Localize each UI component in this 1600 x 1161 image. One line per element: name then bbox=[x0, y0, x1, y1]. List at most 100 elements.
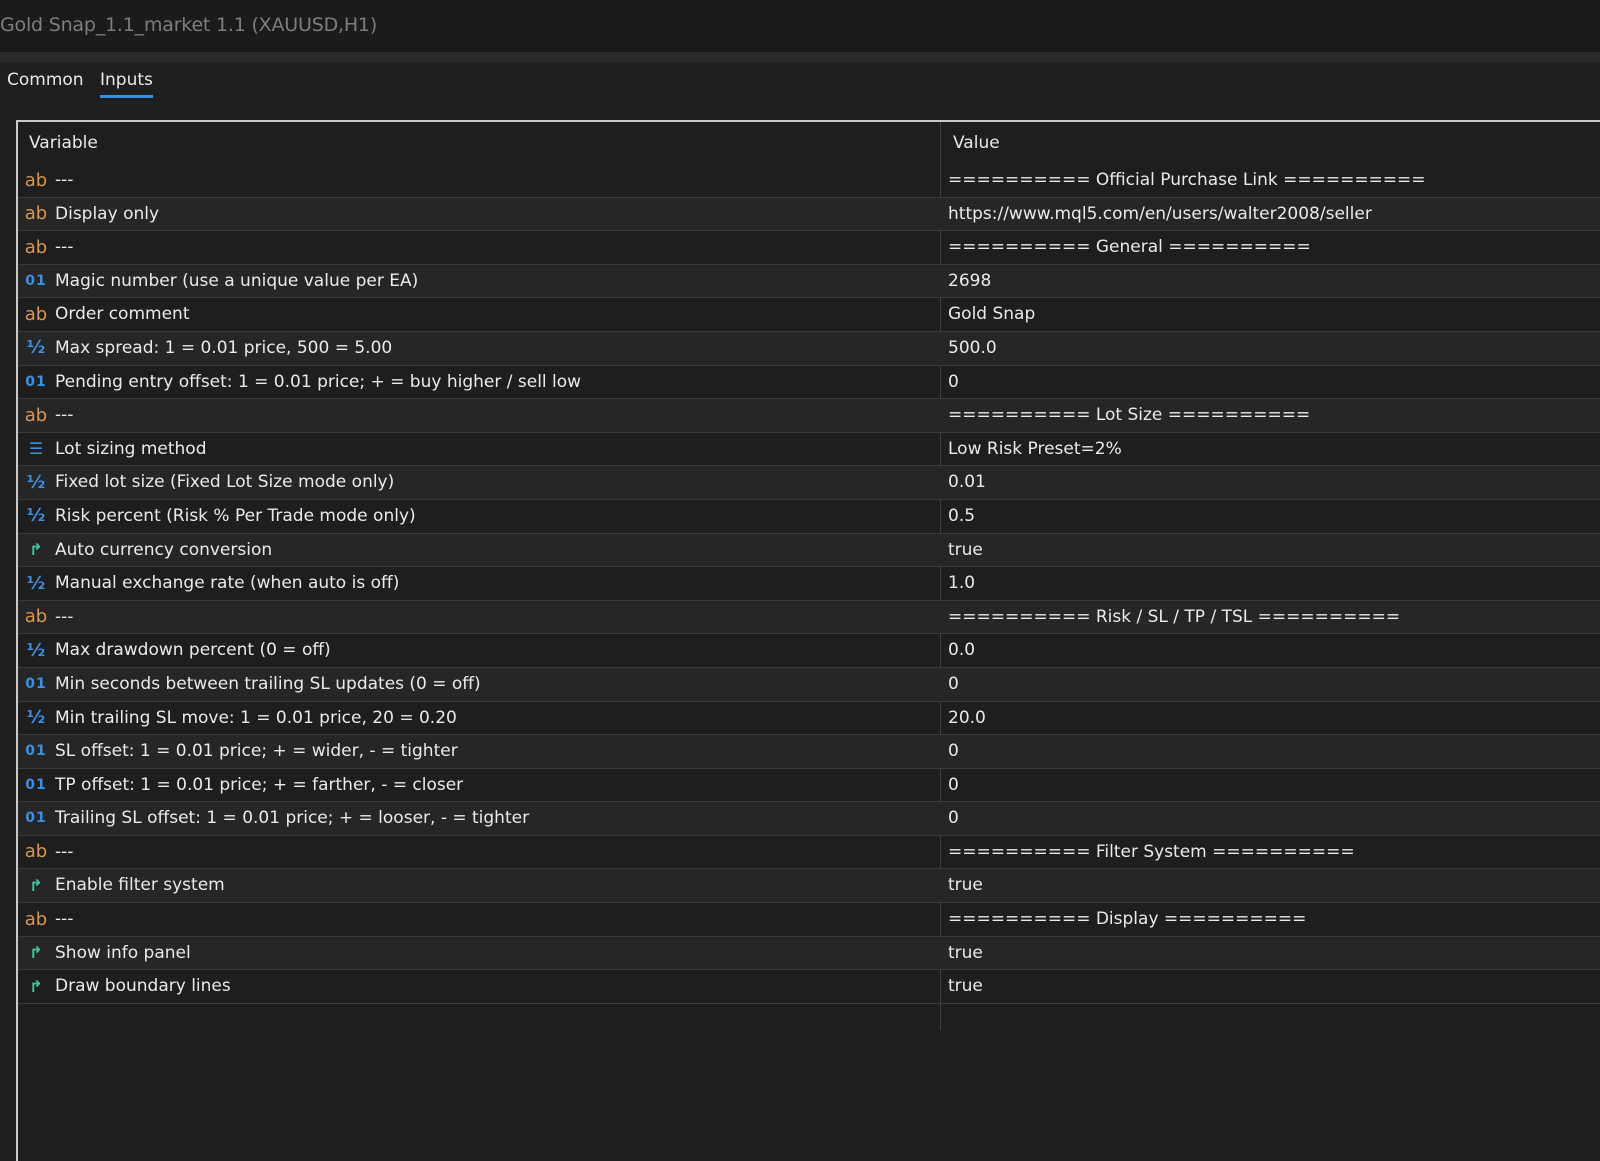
tab-bar: Common Inputs bbox=[0, 62, 1600, 118]
tab-common[interactable]: Common bbox=[7, 70, 84, 90]
variable-value[interactable]: Low Risk Preset=2% bbox=[948, 439, 1122, 459]
tab-inputs[interactable]: Inputs bbox=[100, 70, 153, 98]
enum-type-icon: ☰ bbox=[28, 439, 44, 459]
string-type-icon: ab bbox=[24, 908, 48, 930]
table-row[interactable]: ½ Max drawdown percent (0 = off) 0.0 bbox=[18, 634, 1600, 668]
double-type-icon: ½ bbox=[26, 337, 46, 359]
boolean-type-icon: ↱ bbox=[29, 943, 43, 963]
string-type-icon: ab bbox=[24, 203, 48, 225]
variable-name: SL offset: 1 = 0.01 price; + = wider, - … bbox=[55, 741, 458, 762]
string-type-icon: ab bbox=[24, 404, 48, 426]
variable-value[interactable]: true bbox=[948, 875, 983, 895]
variable-value[interactable]: 0 bbox=[948, 372, 959, 392]
variable-value[interactable]: 0 bbox=[948, 741, 959, 761]
variable-name: Display only bbox=[55, 203, 160, 224]
variable-name: Magic number (use a unique value per EA) bbox=[55, 270, 419, 291]
variable-value[interactable]: true bbox=[948, 976, 983, 996]
integer-type-icon: 01 bbox=[25, 675, 47, 692]
window-title: Gold Snap_1.1_market 1.1 (XAUUSD,H1) bbox=[0, 14, 378, 36]
table-row[interactable]: ½ Manual exchange rate (when auto is off)… bbox=[18, 567, 1600, 601]
variable-value[interactable]: 500.0 bbox=[948, 338, 997, 358]
titlebar-divider bbox=[0, 52, 1600, 62]
string-type-icon: ab bbox=[24, 841, 48, 863]
integer-type-icon: 01 bbox=[25, 776, 47, 793]
table-row[interactable]: ↱ Enable filter system true bbox=[18, 869, 1600, 904]
variable-value[interactable]: 2698 bbox=[948, 271, 991, 291]
double-type-icon: ½ bbox=[26, 572, 46, 594]
table-row[interactable]: ↱ Draw boundary lines true bbox=[18, 970, 1600, 1004]
table-row[interactable]: ab --- ========== Official Purchase Link =… bbox=[18, 164, 1600, 198]
integer-type-icon: 01 bbox=[25, 743, 47, 760]
variable-name: Fixed lot size (Fixed Lot Size mode only… bbox=[55, 472, 395, 493]
variable-name: TP offset: 1 = 0.01 price; + = farther, … bbox=[55, 774, 464, 795]
column-header-value[interactable]: Value bbox=[953, 133, 1000, 153]
variable-value[interactable]: 0 bbox=[948, 674, 959, 694]
variable-value[interactable]: 0.0 bbox=[948, 640, 975, 660]
table-row[interactable]: ½ Risk percent (Risk % Per Trade mode onl… bbox=[18, 500, 1600, 534]
variable-name: Lot sizing method bbox=[55, 438, 207, 459]
variable-value[interactable]: ========== General ========== bbox=[948, 237, 1311, 257]
table-row[interactable]: ½ Max spread: 1 = 0.01 price, 500 = 5.00 5… bbox=[18, 331, 1600, 366]
table-row[interactable]: ab --- ========== General ========== bbox=[18, 231, 1600, 265]
boolean-type-icon: ↱ bbox=[29, 875, 43, 895]
table-row[interactable]: 01 SL offset: 1 = 0.01 price; + = wider, … bbox=[18, 735, 1600, 769]
variable-value[interactable]: 0 bbox=[948, 808, 959, 828]
variable-value[interactable]: https://www.mql5.com/en/users/walter2008… bbox=[948, 204, 1372, 224]
variable-name: Min seconds between trailing SL updates … bbox=[55, 673, 481, 694]
table-row[interactable]: ☰ Lot sizing method Low Risk Preset=2% bbox=[18, 433, 1600, 467]
variable-name: Show info panel bbox=[55, 942, 191, 963]
variable-name: Trailing SL offset: 1 = 0.01 price; + = … bbox=[55, 808, 530, 829]
variable-value[interactable]: ========== Risk / SL / TP / TSL ========… bbox=[948, 607, 1400, 627]
boolean-type-icon: ↱ bbox=[29, 540, 43, 560]
variable-name: --- bbox=[55, 170, 74, 190]
variable-name: Min trailing SL move: 1 = 0.01 price, 20… bbox=[55, 707, 457, 728]
column-header-variable[interactable]: Variable bbox=[29, 133, 98, 153]
table-row[interactable]: 01 Pending entry offset: 1 = 0.01 price; … bbox=[18, 366, 1600, 400]
table-row[interactable]: ab --- ========== Lot Size ========== bbox=[18, 399, 1600, 433]
table-row[interactable]: ab --- ========== Display ========== bbox=[18, 903, 1600, 937]
variable-value[interactable]: 1.0 bbox=[948, 573, 975, 593]
variable-value[interactable]: ========== Display ========== bbox=[948, 909, 1306, 929]
table-row[interactable]: ½ Min trailing SL move: 1 = 0.01 price, 2… bbox=[18, 702, 1600, 736]
table-row[interactable]: 01 TP offset: 1 = 0.01 price; + = farther… bbox=[18, 769, 1600, 803]
table-row[interactable]: ab Display only https://www.mql5.com/en/us… bbox=[18, 197, 1600, 232]
variable-name: --- bbox=[55, 237, 74, 258]
variable-value[interactable]: 0.01 bbox=[948, 472, 986, 492]
table-row[interactable]: ↱ Auto currency conversion true bbox=[18, 533, 1600, 568]
variable-name: Auto currency conversion bbox=[55, 539, 273, 560]
integer-type-icon: 01 bbox=[25, 272, 47, 289]
double-type-icon: ½ bbox=[26, 505, 46, 527]
variable-name: --- bbox=[55, 405, 74, 426]
variable-value[interactable]: ========== Official Purchase Link ======… bbox=[948, 170, 1426, 190]
variable-value[interactable]: 0.5 bbox=[948, 506, 975, 526]
variable-value[interactable]: 20.0 bbox=[948, 708, 986, 728]
string-type-icon: ab bbox=[24, 236, 48, 258]
table-row[interactable]: ab --- ========== Risk / SL / TP / TSL ===… bbox=[18, 600, 1600, 635]
variable-value[interactable]: Gold Snap bbox=[948, 304, 1035, 324]
double-type-icon: ½ bbox=[26, 639, 46, 661]
table-row[interactable]: 01 Magic number (use a unique value per E… bbox=[18, 264, 1600, 299]
variable-name: Order comment bbox=[55, 304, 190, 325]
table-row[interactable]: ↱ Show info panel true bbox=[18, 936, 1600, 971]
string-type-icon: ab bbox=[24, 303, 48, 325]
table-rows: ab --- ========== Official Purchase Link =… bbox=[18, 164, 1600, 1004]
string-type-icon: ab bbox=[24, 606, 48, 628]
table-row[interactable]: 01 Min seconds between trailing SL update… bbox=[18, 667, 1600, 702]
table-row[interactable]: 01 Trailing SL offset: 1 = 0.01 price; + … bbox=[18, 802, 1600, 836]
integer-type-icon: 01 bbox=[25, 373, 47, 390]
double-type-icon: ½ bbox=[26, 471, 46, 493]
variable-value[interactable]: ========== Filter System ========== bbox=[948, 842, 1355, 862]
variable-value[interactable]: ========== Lot Size ========== bbox=[948, 405, 1310, 425]
variable-name: Draw boundary lines bbox=[55, 976, 231, 997]
variable-name: --- bbox=[55, 909, 74, 930]
inputs-table: Variable Value ab --- ========== Official … bbox=[16, 120, 1600, 1161]
table-row[interactable]: ab Order comment Gold Snap bbox=[18, 298, 1600, 332]
integer-type-icon: 01 bbox=[25, 810, 47, 827]
table-row[interactable]: ½ Fixed lot size (Fixed Lot Size mode onl… bbox=[18, 466, 1600, 500]
table-row[interactable]: ab --- ========== Filter System ========== bbox=[18, 836, 1600, 870]
variable-name: Max spread: 1 = 0.01 price, 500 = 5.00 bbox=[55, 337, 393, 358]
variable-value[interactable]: true bbox=[948, 943, 983, 963]
table-header: Variable Value bbox=[18, 122, 1600, 164]
variable-value[interactable]: 0 bbox=[948, 775, 959, 795]
variable-value[interactable]: true bbox=[948, 540, 983, 560]
